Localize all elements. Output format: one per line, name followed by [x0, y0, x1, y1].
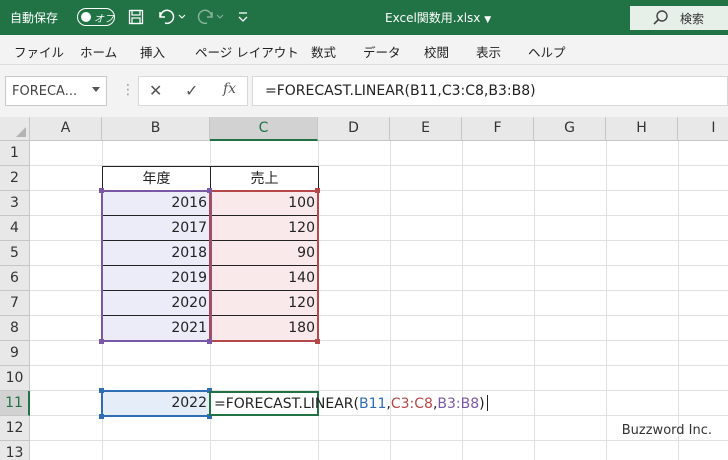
resize-handle[interactable] [207, 339, 212, 344]
tab-home[interactable]: ホーム [80, 42, 117, 61]
gridline [390, 141, 391, 460]
resize-handle[interactable] [99, 414, 104, 419]
tab-formulas[interactable]: 数式 [311, 42, 336, 61]
column-header-h[interactable]: H [606, 117, 678, 141]
resize-handle[interactable] [315, 339, 320, 344]
cancel-icon[interactable]: ✕ [149, 81, 162, 100]
column-header-f[interactable]: F [462, 117, 534, 141]
column-header-c[interactable]: C [210, 117, 318, 141]
formula-ref-b11: B11 [358, 396, 387, 412]
reference-highlight-b3-b8 [101, 190, 212, 342]
tab-help[interactable]: ヘルプ [528, 42, 566, 61]
formula-ref-c3-c8: C3:C8 [390, 396, 433, 412]
text-caret [486, 395, 488, 411]
select-all-icon [16, 127, 26, 137]
redo-icon[interactable] [194, 6, 228, 28]
tab-page-layout[interactable]: ページ レイアウト [195, 42, 299, 61]
reference-highlight-c3-c8 [209, 190, 319, 342]
column-header-d[interactable]: D [318, 117, 390, 141]
row-header-4[interactable]: 4 [0, 216, 30, 241]
title-bar: 自動保存 オフ Excel関数用.xlsx ▼ 検索 [0, 0, 728, 35]
column-header-g[interactable]: G [534, 117, 606, 141]
toggle-knob [81, 12, 91, 22]
row-header-1[interactable]: 1 [0, 141, 30, 166]
cell-c11-formula: =FORECAST.LINEAR(B11,C3:C8,B3:B8) [214, 395, 488, 412]
undo-icon[interactable] [154, 6, 188, 28]
resize-handle[interactable] [99, 388, 104, 393]
reference-highlight-b11 [101, 390, 211, 417]
column-header-e[interactable]: E [390, 117, 462, 141]
chevron-down-icon[interactable] [92, 87, 100, 92]
row-header-11[interactable]: 11 [0, 391, 30, 416]
cell-c2[interactable]: 売上 [210, 166, 319, 191]
customize-toolbar-icon[interactable] [234, 6, 252, 28]
gridline [462, 141, 463, 460]
cell-c11-editor[interactable]: =FORECAST.LINEAR(B11,C3:C8,B3:B8) [209, 391, 488, 416]
row-header-7[interactable]: 7 [0, 291, 30, 316]
tab-file[interactable]: ファイル [14, 42, 64, 61]
tab-insert[interactable]: 挿入 [140, 42, 165, 61]
resize-handle[interactable] [99, 339, 104, 344]
resize-handle[interactable] [207, 188, 212, 193]
row-header-6[interactable]: 6 [0, 266, 30, 291]
gridline [30, 440, 728, 441]
autosave-label: 自動保存 [10, 11, 59, 25]
search-label: 検索 [680, 12, 705, 26]
gridline [534, 141, 535, 460]
column-header-i[interactable]: I [678, 117, 728, 141]
row-header-13[interactable]: 13 [0, 441, 30, 460]
formula-text: =FORECAST.LINEAR(B11,C3:C8,B3:B8) [265, 83, 536, 99]
gridline [678, 141, 679, 460]
formula-prefix: =FORECAST.LINEAR( [214, 396, 359, 412]
name-box-value: FORECA... [12, 84, 78, 99]
formula-buttons: ✕ ✓ fx [138, 76, 248, 106]
search-box[interactable]: 検索 [630, 6, 728, 30]
select-all-button[interactable] [0, 117, 30, 141]
document-title-text: Excel関数用.xlsx [385, 11, 481, 25]
gridline [30, 365, 728, 366]
column-header-b[interactable]: B [102, 117, 210, 141]
chevron-down-icon: ▼ [484, 15, 492, 25]
formula-suffix: ) [479, 396, 485, 412]
row-header-3[interactable]: 3 [0, 191, 30, 216]
tab-data[interactable]: データ [363, 42, 401, 61]
tab-review[interactable]: 校閲 [424, 42, 449, 61]
ribbon-tabs: ファイル ホーム 挿入 ページ レイアウト 数式 データ 校閲 表示 ヘルプ [0, 35, 728, 65]
tab-view[interactable]: 表示 [476, 42, 501, 61]
formula-input[interactable]: =FORECAST.LINEAR(B11,C3:C8,B3:B8) [252, 76, 728, 106]
column-header-a[interactable]: A [30, 117, 102, 141]
autosave-toggle[interactable]: オフ [77, 8, 115, 26]
save-icon[interactable] [124, 6, 148, 28]
gridline [606, 141, 607, 460]
resize-handle[interactable] [99, 188, 104, 193]
watermark: Buzzword Inc. [621, 423, 712, 438]
cell-b2[interactable]: 年度 [102, 166, 211, 191]
row-header-8[interactable]: 8 [0, 316, 30, 341]
name-box[interactable]: FORECA... [5, 76, 107, 106]
document-title[interactable]: Excel関数用.xlsx ▼ [385, 9, 491, 26]
resize-handle[interactable] [315, 188, 320, 193]
more-options-icon[interactable]: ⋮ [121, 82, 135, 98]
row-header-10[interactable]: 10 [0, 366, 30, 391]
formula-ref-b3-b8: B3:B8 [437, 396, 480, 412]
row-header-12[interactable]: 12 [0, 416, 30, 441]
insert-function-icon[interactable]: fx [223, 81, 236, 97]
search-icon [653, 10, 668, 25]
toggle-state-label: オフ [94, 14, 114, 25]
row-header-2[interactable]: 2 [0, 166, 30, 191]
row-header-9[interactable]: 9 [0, 341, 30, 366]
confirm-icon[interactable]: ✓ [185, 81, 198, 100]
row-header-5[interactable]: 5 [0, 241, 30, 266]
